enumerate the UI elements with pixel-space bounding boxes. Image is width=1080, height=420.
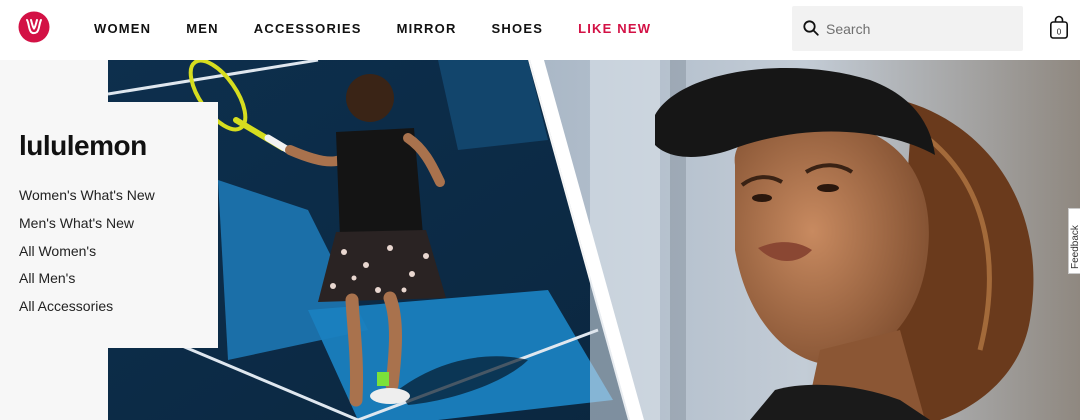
hero-banner: lululemon Women's What's New Men's What'… xyxy=(0,60,1080,420)
link-mens-whats-new[interactable]: Men's What's New xyxy=(19,210,155,238)
search-icon[interactable] xyxy=(802,19,820,37)
feedback-tab[interactable]: Feedback xyxy=(1068,208,1080,274)
lululemon-logo-icon[interactable] xyxy=(18,11,50,43)
main-nav: WOMEN MEN ACCESSORIES MIRROR SHOES LIKE … xyxy=(94,0,686,56)
site-header: WOMEN MEN ACCESSORIES MIRROR SHOES LIKE … xyxy=(0,0,1080,60)
nav-like-new[interactable]: LIKE NEW xyxy=(578,21,651,36)
category-links: Women's What's New Men's What's New All … xyxy=(19,182,155,321)
brand-title: lululemon xyxy=(19,130,147,161)
nav-women[interactable]: WOMEN xyxy=(94,21,151,36)
link-all-accessories[interactable]: All Accessories xyxy=(19,293,155,321)
nav-shoes[interactable]: SHOES xyxy=(492,21,544,36)
search-input[interactable] xyxy=(826,6,1016,51)
link-all-mens[interactable]: All Men's xyxy=(19,265,155,293)
feedback-label: Feedback xyxy=(1070,225,1080,269)
link-all-womens[interactable]: All Women's xyxy=(19,238,155,266)
nav-accessories[interactable]: ACCESSORIES xyxy=(254,21,362,36)
nav-men[interactable]: MEN xyxy=(186,21,219,36)
nav-mirror[interactable]: MIRROR xyxy=(397,21,457,36)
link-womens-whats-new[interactable]: Women's What's New xyxy=(19,182,155,210)
svg-text:0: 0 xyxy=(1057,28,1062,37)
search-box[interactable] xyxy=(792,6,1023,51)
portrait-image[interactable] xyxy=(530,60,1080,420)
shopping-bag-icon[interactable]: 0 xyxy=(1049,14,1069,40)
